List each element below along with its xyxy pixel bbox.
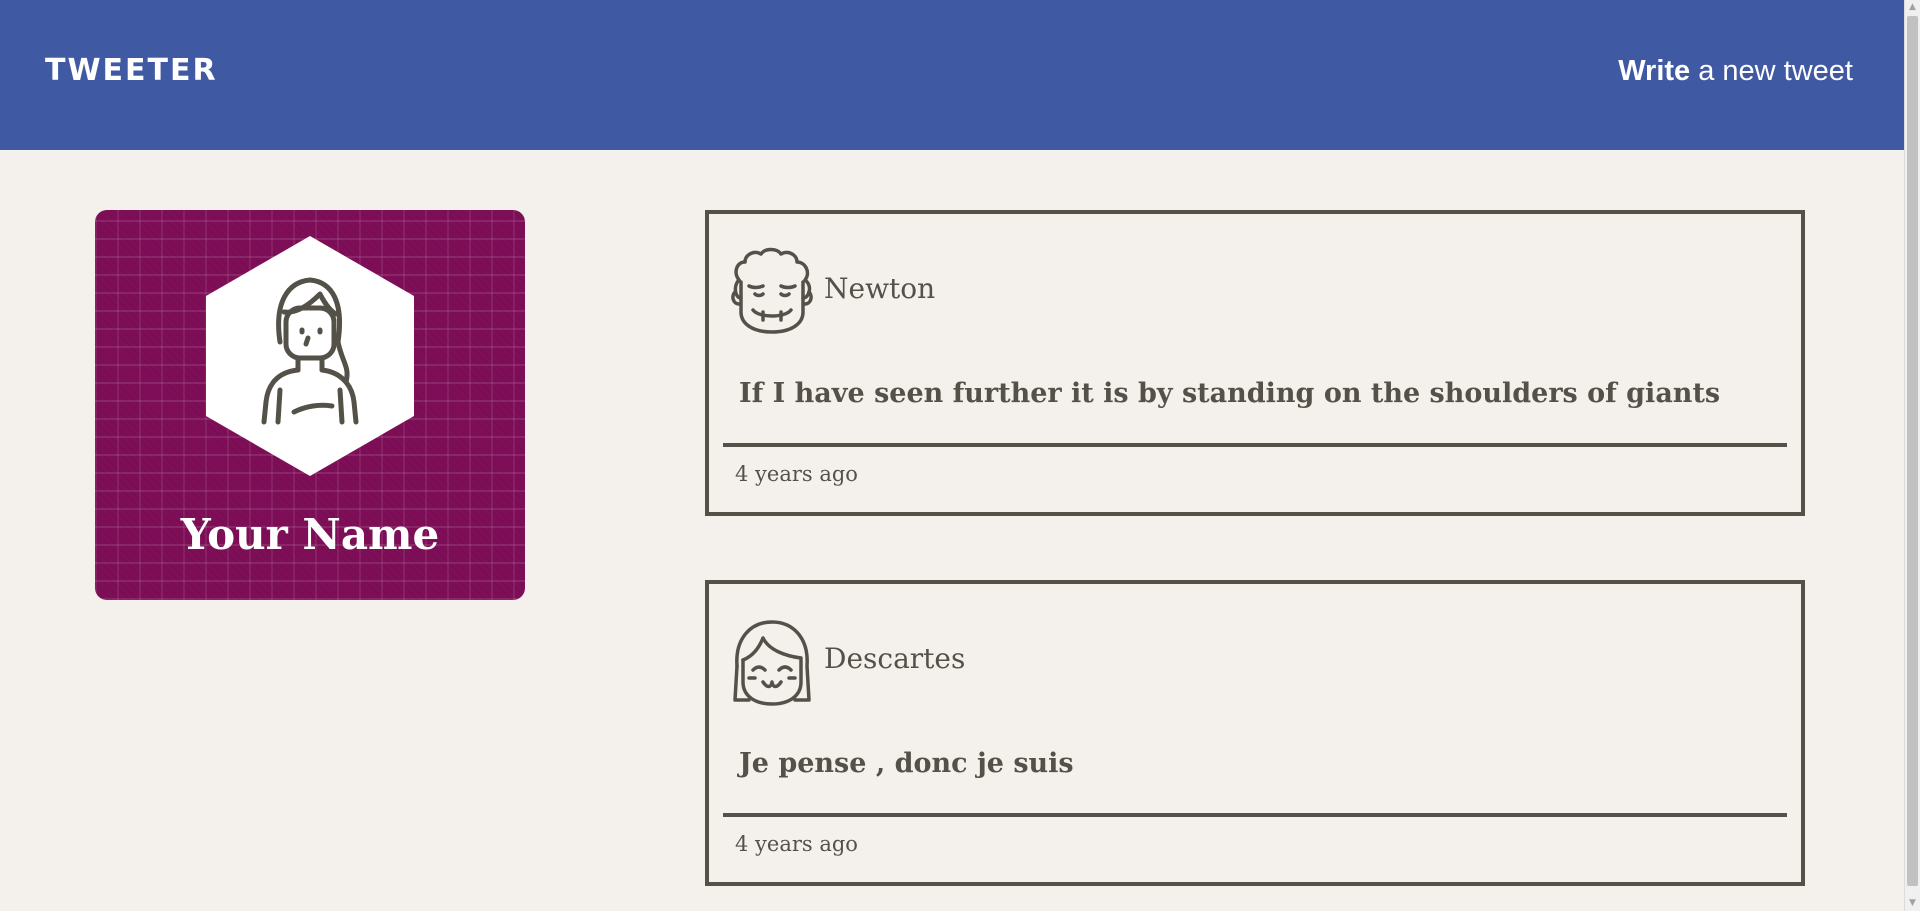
- scroll-up-arrow-icon[interactable]: ▲: [1905, 0, 1920, 15]
- tweet-card: Newton If I have seen further it is by s…: [705, 210, 1805, 516]
- tweet-author[interactable]: Descartes: [824, 642, 965, 675]
- bob-hair-avatar-icon: [733, 620, 811, 706]
- profile-card: Your Name: [95, 210, 525, 600]
- compose-label-rest: a new tweet: [1690, 55, 1853, 87]
- tweet-content: If I have seen further it is by standing…: [739, 378, 1721, 409]
- page: TWEETER Write a new tweet Your Name Newt…: [0, 0, 1905, 911]
- tweet-card: Descartes Je pense , donc je suis 4 year…: [705, 580, 1805, 886]
- tweet-content: Je pense , donc je suis: [739, 748, 1074, 779]
- top-nav: TWEETER Write a new tweet: [0, 0, 1905, 150]
- tweet-divider: [723, 813, 1787, 817]
- tweet-timestamp: 4 years ago: [735, 832, 858, 856]
- vertical-scrollbar[interactable]: ▲ ▼: [1904, 0, 1920, 911]
- woman-avatar-icon: [261, 277, 359, 425]
- scrollbar-thumb[interactable]: [1907, 16, 1918, 886]
- app-logo[interactable]: TWEETER: [45, 53, 218, 88]
- tweet-timestamp: 4 years ago: [735, 462, 858, 486]
- curly-hair-avatar-icon: [731, 247, 813, 334]
- write-tweet-button[interactable]: Write a new tweet: [1618, 55, 1853, 88]
- profile-name: Your Name: [180, 510, 440, 559]
- tweet-divider: [723, 443, 1787, 447]
- compose-label-strong: Write: [1618, 55, 1691, 87]
- profile-avatar-hexagon: [206, 236, 414, 476]
- tweet-author[interactable]: Newton: [824, 272, 935, 305]
- scroll-down-arrow-icon[interactable]: ▼: [1905, 896, 1920, 911]
